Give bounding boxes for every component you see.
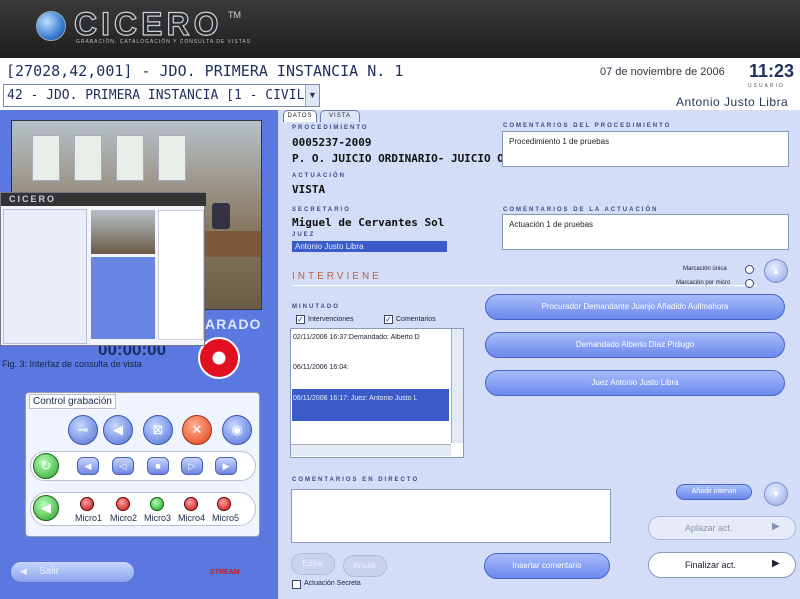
figure-caption: Fig. 3: Interfaz de consulta de vista [2,359,142,369]
marcacion-micro-radio[interactable] [745,279,754,288]
play-arrow-icon: ▶ [772,521,780,532]
inset-middle-panel [91,257,155,339]
minutado-list: 02/11/2006 16:37:Demandado: Alberto D 06… [290,328,464,458]
coment-directo-caption: COMENTARIOS EN DIRECTO [292,477,420,483]
step-back-icon[interactable]: ◁ [112,457,134,475]
interviene-heading: INTERVIENE [292,271,382,282]
scroll-down-icon[interactable]: ▼ [764,482,788,506]
juez-value[interactable]: Antonio Justo Libra [292,241,447,252]
rewind-icon[interactable]: ◀ [77,457,99,475]
tab-vista[interactable]: VISTA [320,110,360,122]
logo-trademark: TM [228,10,241,20]
current-date: 07 de noviembre de 2006 [600,66,725,78]
play-icon[interactable]: ▷ [181,457,203,475]
micro-label: Micro1 [75,513,103,523]
control-title: Control grabación [29,394,116,409]
globe-logo-icon [36,11,66,41]
video-window [158,135,186,181]
procedimiento-number: 0005237-2009 [292,136,372,149]
inset-logo: CICERO [9,194,57,204]
insert-comment-button[interactable]: Insertar comentario [484,553,610,579]
logo-subtitle: GRABACIÓN, CATALOGACIÓN Y CONSULTA DE VI… [76,39,252,45]
fast-forward-icon[interactable]: ▶ [215,457,237,475]
intervenciones-checkbox[interactable]: ✓ [296,315,305,324]
micro5-led-icon[interactable] [217,497,231,511]
chevron-left-icon: ◀ [20,566,27,576]
inset-video [91,210,155,254]
secret-label: Actuación Secreta [304,580,361,587]
marcacion-unica-radio[interactable] [745,265,754,274]
horizontal-scrollbar[interactable] [291,444,451,456]
edit-button[interactable]: Editar [291,553,335,575]
coment-proc-caption: COMENTARIOS DEL PROCEDIMIENTO [503,123,672,129]
tab-datos[interactable]: DATOS [283,110,317,122]
juez-caption: JUEZ [292,232,316,238]
video-window [32,135,60,181]
play-arrow-icon: ▶ [772,558,780,569]
coment-proc-field[interactable]: Procedimiento 1 de pruebas [502,131,789,167]
micro1-led-icon[interactable] [80,497,94,511]
inset-left-panel [3,209,87,344]
secretario-caption: SECRETARIO [292,207,351,213]
refresh-icon[interactable]: ↻ [33,453,59,479]
mute-icon[interactable]: ◀ [103,415,133,445]
secretario-value: Miguel de Cervantes Sol [292,216,445,229]
back-icon[interactable]: ◀ [33,495,59,521]
user-name: Antonio Justo Libra [676,95,789,109]
key-icon[interactable]: ⊸ [68,415,98,445]
marcacion-unica-label: Marcación única [683,266,727,272]
add-intervention-button[interactable]: Añadir intervin [676,484,752,500]
coment-act-field[interactable]: Actuación 1 de pruebas [502,214,789,250]
micro3-led-icon[interactable] [150,497,164,511]
user-caption: USUARIO [748,83,785,89]
micro4-led-icon[interactable] [184,497,198,511]
video-window [74,135,102,181]
list-item[interactable]: 02/11/2006 16:37:Demandado: Alberto D [293,334,449,341]
micro-label: Micro5 [212,513,240,523]
speaker-icon[interactable]: ◉ [222,415,252,445]
coment-directo-field[interactable] [291,489,611,543]
list-item[interactable]: 06/11/2006 16:04: [293,364,449,371]
stop-record-icon[interactable]: ✕ [182,415,212,445]
exit-button[interactable]: Salir [10,561,135,583]
app-logo: CICERO [73,5,223,42]
list-item[interactable]: 06/11/2006 16:17: Juez: Antonio Justo L [293,395,449,402]
cancel-button[interactable]: Anular [343,555,387,577]
comentarios-checkbox[interactable]: ✓ [384,315,393,324]
procedimiento-caption: PROCEDIMIENTO [292,125,369,131]
vertical-scrollbar[interactable] [451,329,463,443]
participant-button[interactable]: Procurador Demandante Juanjo Añadido Aul… [485,294,785,320]
list-selection [292,389,449,421]
secret-checkbox[interactable] [292,580,301,589]
video-chair [212,203,230,229]
micro-label: Micro4 [178,513,206,523]
chevron-down-icon[interactable]: ▼ [305,85,319,106]
video-window [116,135,144,181]
recording-status: ARADO [205,316,262,332]
inset-thumbnail: CICERO [0,192,206,346]
court-code-line: [27028,42,001] - JDO. PRIMERA INSTANCIA … [6,62,404,80]
stop-icon[interactable]: ■ [147,457,169,475]
comentarios-label: Comentarios [396,316,436,323]
actuacion-value: VISTA [292,183,326,196]
micro2-led-icon[interactable] [116,497,130,511]
actuacion-caption: ACTUACIÓN [292,173,346,179]
inset-right-panel [158,210,204,340]
micro-label: Micro2 [110,513,138,523]
procedimiento-type: P. O. JUICIO ORDINARIO- JUICIO ORD... [292,152,538,165]
close-icon[interactable]: ⊠ [143,415,173,445]
coment-act-caption: COMENTARIOS DE LA ACTUACIÓN [503,207,659,213]
participant-button[interactable]: Demandado Alberto Díaz Pidiugo [485,332,785,358]
court-select[interactable]: 42 - JDO. PRIMERA INSTANCIA [1 - CIVIL] [3,84,320,107]
micro-label: Micro3 [144,513,172,523]
participant-button[interactable]: Juez Antonio Justo Libra [485,370,785,396]
scroll-up-icon[interactable]: ▲ [764,259,788,283]
minutado-caption: MINUTADO [292,304,340,310]
intervenciones-label: Intervenciones [308,316,354,323]
current-time: 11:23 [749,61,795,81]
marcacion-micro-label: Marcación por micro [676,280,731,286]
stream-logo: STREAM [210,569,240,576]
